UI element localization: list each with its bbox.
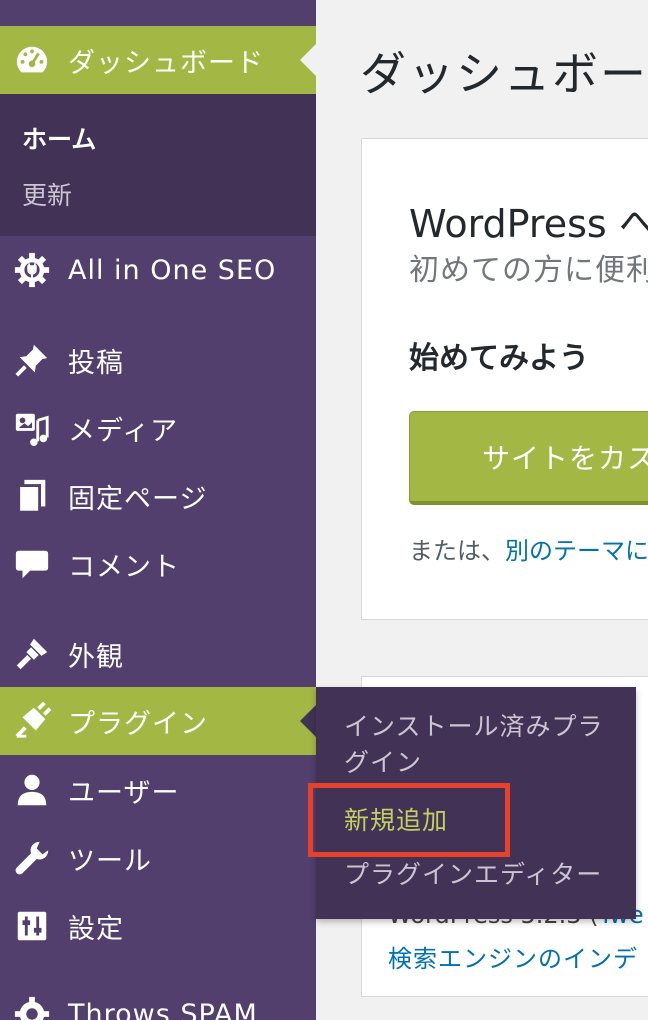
sidebar-item-label: プラグイン (68, 708, 208, 740)
pushpin-icon (12, 340, 52, 380)
next-panel-edge (361, 996, 648, 1020)
pages-icon (12, 476, 52, 516)
admin-sidebar: ダッシュボード ホーム 更新 All in One SEO 投稿 メディア 固定… (0, 0, 316, 1020)
plugin-plug-icon (12, 701, 52, 741)
wrench-icon (12, 838, 52, 878)
annotation-highlight-box (308, 783, 510, 857)
submenu-updates[interactable]: 更新 (22, 176, 72, 212)
dashboard-gauge-icon (12, 40, 52, 80)
sidebar-item-posts[interactable]: 投稿 (0, 326, 316, 394)
sidebar-item-comments[interactable]: コメント (0, 530, 316, 598)
flyout-plugin-editor[interactable]: プラグインエディター (344, 857, 602, 893)
dashboard-submenu: ホーム 更新 (0, 94, 316, 236)
sidebar-item-media[interactable]: メディア (0, 394, 316, 462)
search-engine-notice-link[interactable]: 検索エンジンのインデ (388, 939, 638, 974)
welcome-title: WordPress へ (409, 202, 648, 246)
sidebar-item-label: All in One SEO (68, 254, 277, 286)
or-prefix: または、 (409, 537, 505, 565)
sidebar-item-label: ダッシュボード (68, 47, 264, 79)
sidebar-item-tools[interactable]: ツール (0, 824, 316, 892)
seo-gear-icon (12, 250, 52, 290)
sidebar-item-pages[interactable]: 固定ページ (0, 462, 316, 530)
sidebar-item-label: ユーザー (68, 777, 180, 809)
spam-gear-icon (12, 994, 52, 1020)
sidebar-item-plugins[interactable]: プラグイン (0, 687, 316, 755)
sidebar-item-label: メディア (68, 415, 179, 447)
media-icon (12, 408, 52, 448)
sidebar-item-label: 設定 (68, 913, 124, 945)
alternate-theme-line: または、別のテーマに (409, 531, 648, 566)
sidebar-item-label: ツール (68, 845, 152, 877)
sidebar-item-dashboard[interactable]: ダッシュボード (0, 26, 316, 94)
flyout-installed-plugins[interactable]: インストール済みプラグイン (344, 709, 614, 781)
sidebar-item-label: 投稿 (68, 347, 124, 379)
sidebar-item-appearance[interactable]: 外観 (0, 620, 316, 688)
get-started-heading: 始めてみよう (409, 341, 589, 376)
welcome-subtitle: 初めての方に便利 (409, 253, 648, 288)
paintbrush-icon (12, 634, 52, 674)
user-icon (12, 770, 52, 810)
sidebar-item-throws-spam[interactable]: Throws SPAM (0, 980, 316, 1020)
sidebar-item-label: 固定ページ (68, 483, 208, 515)
customize-site-button[interactable]: サイトをカス (409, 411, 648, 505)
comment-bubble-icon (12, 544, 52, 584)
settings-sliders-icon (12, 906, 52, 946)
welcome-panel: WordPress へ 初めての方に便利 始めてみよう サイトをカス または、別… (361, 138, 648, 620)
change-theme-link[interactable]: 別のテーマに (505, 537, 648, 565)
submenu-home[interactable]: ホーム (22, 120, 96, 156)
sidebar-item-users[interactable]: ユーザー (0, 756, 316, 824)
sidebar-item-label: コメント (68, 551, 180, 583)
sidebar-item-settings[interactable]: 設定 (0, 892, 316, 960)
page-title: ダッシュボー (360, 47, 648, 101)
sidebar-item-label: Throws SPAM (68, 998, 258, 1020)
sidebar-item-label: 外観 (68, 641, 124, 673)
sidebar-item-all-in-one-seo[interactable]: All in One SEO (0, 236, 316, 304)
